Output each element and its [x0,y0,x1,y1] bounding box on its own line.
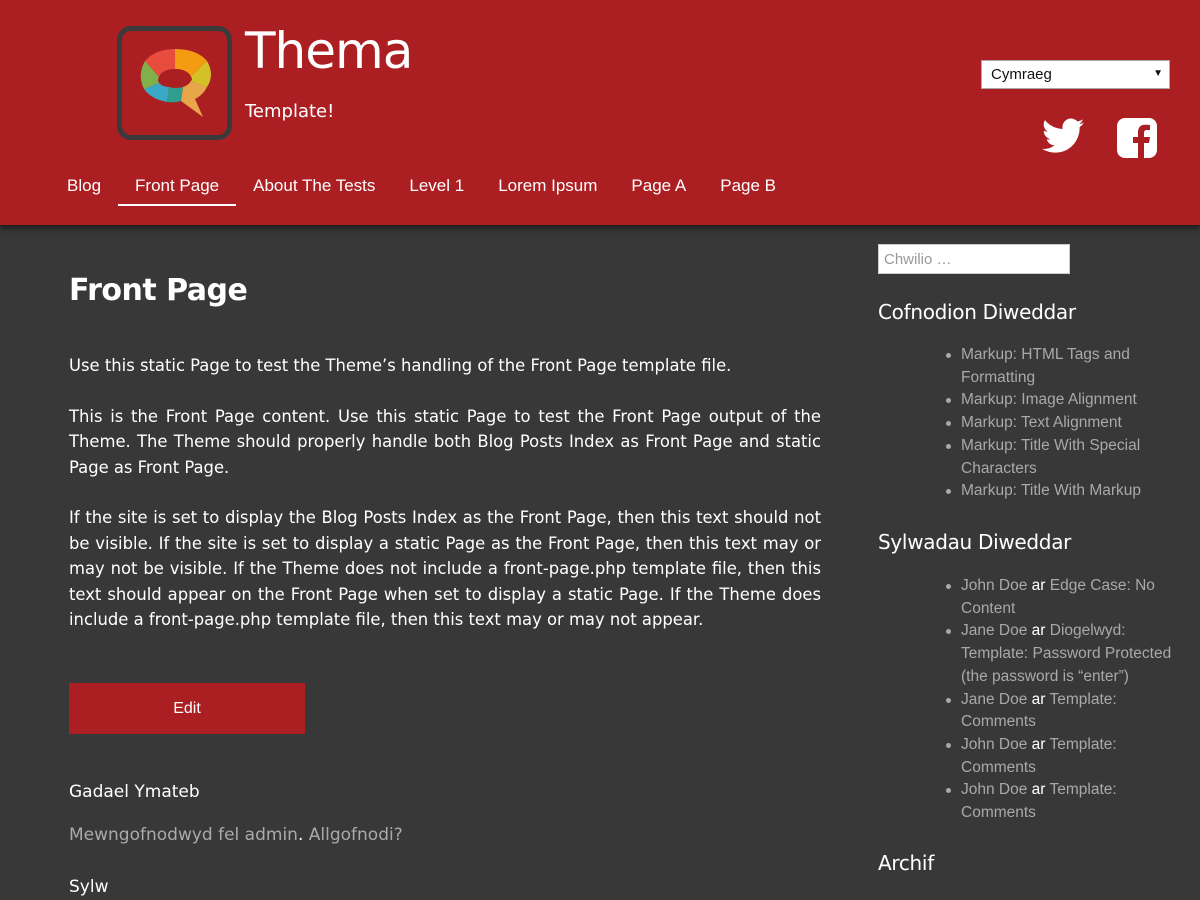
comment-separator: ar [1031,577,1046,594]
recent-post-link[interactable]: Markup: Text Alignment [961,414,1122,431]
comment-separator: ar [1031,735,1046,753]
list-item: Jane Doe ar Diogelwyd: Template: Passwor… [946,620,1176,688]
list-item: John Doe ar Template: Comments [946,734,1176,779]
logged-in-notice: Mewngofnodwyd fel admin. Allgofnodi? [69,825,403,845]
logout-link[interactable]: Allgofnodi? [309,825,403,845]
site-title[interactable]: Thema [245,22,413,80]
comment-separator: ar [1031,781,1046,799]
nav-item-level-1[interactable]: Level 1 [392,174,481,206]
comment-author-link[interactable]: Jane Doe [961,691,1027,708]
comment-separator: ar [1031,690,1046,708]
list-item: John Doe ar Template: Comments [946,779,1176,824]
page-title: Front Page [69,273,248,308]
list-item: John Doe ar Edge Case: No Content [946,575,1176,620]
nav-item-about-the-tests[interactable]: About The Tests [236,174,392,206]
logged-in-link[interactable]: Mewngofnodwyd fel admin [69,825,298,845]
language-select[interactable]: Cymraeg ▼ [981,60,1170,89]
nav-item-front-page[interactable]: Front Page [118,174,237,206]
recent-post-link[interactable]: Markup: Title With Markup [961,482,1141,499]
content-paragraph: This is the Front Page content. Use this… [69,406,821,477]
site-header: Thema Template! Cymraeg ▼ Blog Front Pag… [0,0,1200,225]
content-paragraph: Use this static Page to test the Theme’s… [69,356,732,375]
nav-item-page-a[interactable]: Page A [614,174,703,206]
recent-post-link[interactable]: Markup: Title With Special Characters [961,437,1140,477]
facebook-icon[interactable] [1117,118,1157,163]
main-nav: Blog Front Page About The Tests Level 1 … [50,174,793,206]
recent-post-link[interactable]: Markup: Image Alignment [961,391,1137,408]
recent-posts-list: Markup: HTML Tags and Formatting Markup:… [946,344,1176,503]
content-paragraph: If the site is set to display the Blog P… [69,508,821,629]
speech-bubble-logo-icon [140,49,211,117]
site-logo[interactable] [117,26,232,140]
search-input[interactable] [878,244,1070,274]
recent-posts-title: Cofnodion Diweddar [878,300,1076,324]
comment-separator: ar [1031,622,1046,640]
comment-author-link[interactable]: John Doe [961,781,1027,798]
reply-title: Gadael Ymateb [69,782,200,802]
nav-item-blog[interactable]: Blog [50,174,118,206]
comment-label: Sylw [69,877,109,897]
list-item: Markup: Title With Markup [946,480,1176,503]
edit-button[interactable]: Edit [69,683,305,734]
logged-in-separator: . [297,825,304,845]
recent-post-link[interactable]: Markup: HTML Tags and Formatting [961,346,1130,386]
comment-author-link[interactable]: Jane Doe [961,622,1027,639]
archives-title: Archif [878,851,934,875]
recent-comments-title: Sylwadau Diweddar [878,530,1072,554]
list-item: Markup: HTML Tags and Formatting [946,344,1176,389]
nav-item-lorem-ipsum[interactable]: Lorem Ipsum [481,174,614,206]
language-select-value: Cymraeg [991,66,1052,83]
list-item: Markup: Text Alignment [946,412,1176,435]
page-content: Use this static Page to test the Theme’s… [69,353,821,658]
list-item: Markup: Title With Special Characters [946,435,1176,480]
nav-item-page-b[interactable]: Page B [703,174,793,206]
twitter-icon[interactable] [1042,118,1084,159]
list-item: Jane Doe ar Template: Comments [946,689,1176,734]
dropdown-arrow-icon: ▼ [1153,68,1163,79]
site-tagline: Template! [245,101,335,122]
comment-author-link[interactable]: John Doe [961,736,1027,753]
comment-author-link[interactable]: John Doe [961,577,1027,594]
recent-comments-list: John Doe ar Edge Case: No Content Jane D… [946,575,1176,825]
list-item: Markup: Image Alignment [946,389,1176,412]
